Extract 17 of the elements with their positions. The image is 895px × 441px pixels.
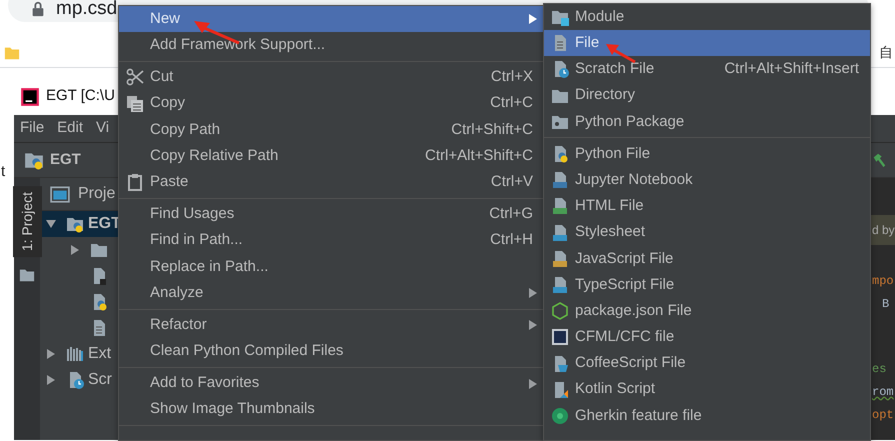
code-text: opt [871,407,895,424]
panel-title: Proje [78,184,116,204]
page-text: t [1,163,6,180]
shortcut-text: Ctrl+X [490,67,533,88]
shortcut-text: Ctrl+C [490,93,533,114]
code-text: rom [871,384,895,401]
shortcut-text: Ctrl+Alt+Shift+C [425,146,533,166]
shortcut-text: Ctrl+V [490,172,533,192]
notice-text: d by [870,215,895,245]
shortcut-text: Ctrl+G [489,204,533,224]
shortcut-text: Ctrl+Shift+C [451,120,533,140]
code-text: B [881,296,890,313]
shortcut-text: Ctrl+H [490,230,533,250]
code-text: mpo [871,273,895,290]
shortcut-text: Ctrl+Alt+Shift+Insert [724,59,859,80]
window-title: EGT [C:\U [46,86,115,106]
code-text: es [871,361,888,378]
